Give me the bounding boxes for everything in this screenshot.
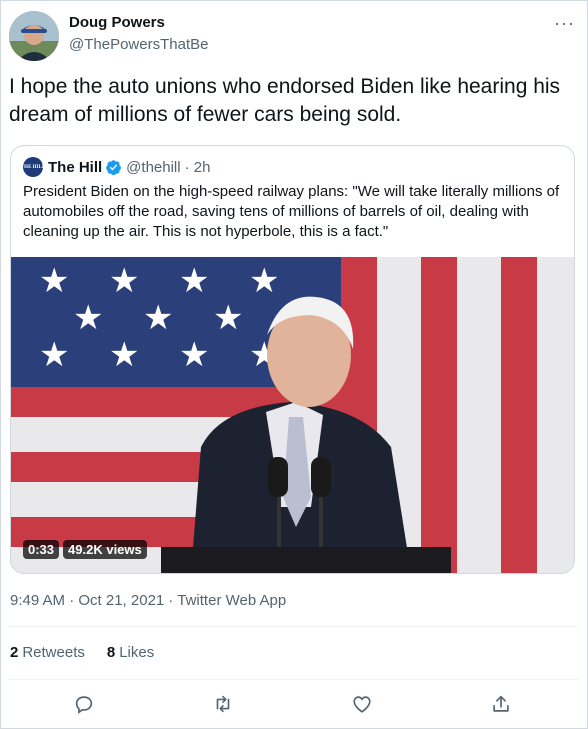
tweet-text: I hope the auto unions who endorsed Bide… xyxy=(9,75,561,126)
more-icon[interactable]: ··· xyxy=(554,13,575,34)
svg-text:★: ★ xyxy=(179,335,209,375)
tweet-stats: 2 Retweets 8 Likes xyxy=(10,644,154,661)
retweets-count: 2 xyxy=(10,644,19,661)
svg-text:★: ★ xyxy=(249,261,279,301)
likes-link[interactable]: 8 Likes xyxy=(107,644,154,661)
quoted-tweet-header: THE HILL The Hill @thehill · 2h xyxy=(21,157,211,177)
author-handle[interactable]: @ThePowersThatBe xyxy=(69,36,208,53)
video-thumbnail: ★★★★ ★★★★ ★★★★ xyxy=(11,257,574,573)
video-badge: 0:33 49.2K views xyxy=(23,540,147,559)
svg-text:★: ★ xyxy=(143,298,173,338)
divider xyxy=(9,679,579,680)
video-views: 49.2K views xyxy=(63,540,147,559)
svg-text:★: ★ xyxy=(39,335,69,375)
tweet-meta: 9:49 AM · Oct 21, 2021 · Twitter Web App xyxy=(10,592,286,609)
meta-separator: · xyxy=(168,592,174,609)
likes-label: Likes xyxy=(119,644,155,661)
quoted-avatar[interactable]: THE HILL xyxy=(21,157,45,177)
tweet-actions xyxy=(1,689,587,723)
svg-text:★: ★ xyxy=(213,298,243,338)
like-icon[interactable] xyxy=(351,693,377,719)
quoted-author-handle[interactable]: @thehill xyxy=(126,159,180,176)
reply-icon[interactable] xyxy=(73,693,99,719)
video-player[interactable]: ★★★★ ★★★★ ★★★★ 0:33 49.2 xyxy=(11,257,574,573)
tweet-source[interactable]: Twitter Web App xyxy=(177,592,286,609)
quoted-tweet[interactable]: THE HILL The Hill @thehill · 2h Presiden… xyxy=(10,145,575,574)
author-name[interactable]: Doug Powers xyxy=(69,14,165,31)
verified-icon xyxy=(106,159,122,175)
quoted-tweet-age[interactable]: · 2h xyxy=(185,159,211,176)
retweets-link[interactable]: 2 Retweets xyxy=(10,644,85,661)
quoted-tweet-text: President Biden on the high-speed railwa… xyxy=(23,183,560,240)
svg-text:★: ★ xyxy=(109,335,139,375)
retweet-icon[interactable] xyxy=(212,693,238,719)
avatar[interactable] xyxy=(9,11,59,61)
tweet-card: Doug Powers @ThePowersThatBe ··· I hope … xyxy=(0,0,588,729)
quoted-author-name[interactable]: The Hill xyxy=(48,159,102,176)
video-duration: 0:33 xyxy=(23,540,60,559)
svg-text:★: ★ xyxy=(39,261,69,301)
svg-text:★: ★ xyxy=(109,261,139,301)
divider xyxy=(9,626,579,627)
tweet-timestamp[interactable]: 9:49 AM · Oct 21, 2021 xyxy=(10,592,164,609)
share-icon[interactable] xyxy=(490,693,516,719)
likes-count: 8 xyxy=(106,644,116,661)
svg-text:★: ★ xyxy=(179,261,209,301)
svg-text:★: ★ xyxy=(73,298,103,338)
retweets-label: Retweets xyxy=(22,644,85,661)
tweet-header: Doug Powers @ThePowersThatBe ··· xyxy=(9,11,579,63)
